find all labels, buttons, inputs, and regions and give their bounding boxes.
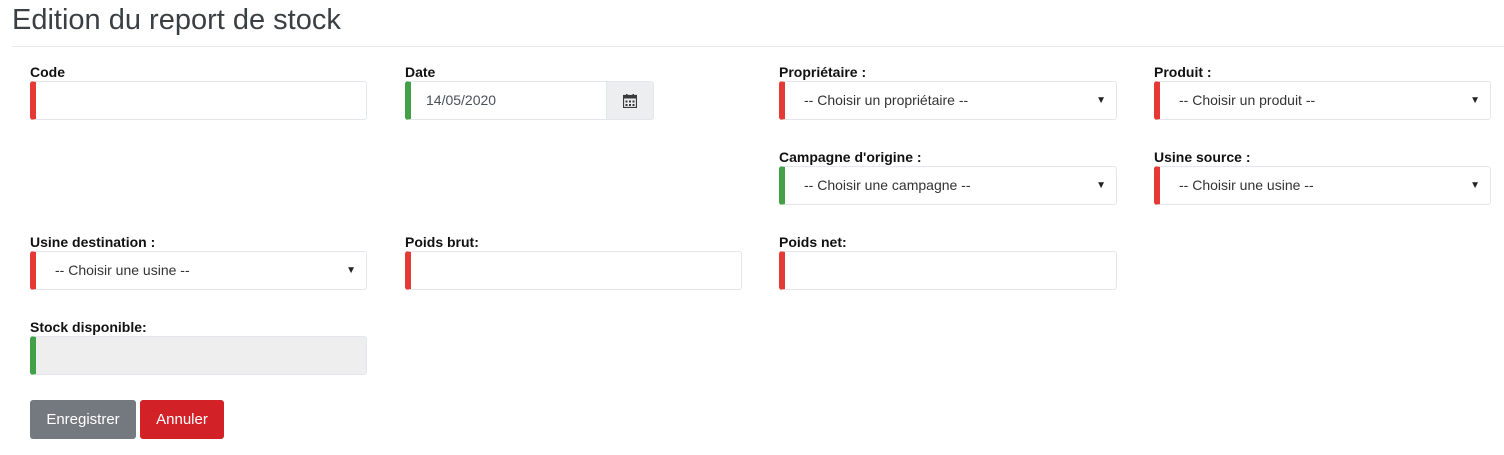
date-value: 14/05/2020 [426, 92, 497, 108]
usine-destination-selected: -- Choisir une usine -- [55, 262, 190, 278]
code-label: Code [30, 64, 65, 80]
campagne-selected: -- Choisir une campagne -- [804, 177, 971, 193]
calendar-icon [623, 94, 637, 108]
chevron-down-icon: ▼ [1096, 180, 1106, 191]
chevron-down-icon: ▼ [346, 265, 356, 276]
title-divider [12, 46, 1504, 47]
save-button[interactable]: Enregistrer [30, 400, 136, 439]
poids-brut-label: Poids brut: [405, 234, 479, 250]
usine-source-select[interactable]: -- Choisir une usine -- ▼ [1154, 166, 1491, 205]
usine-destination-select[interactable]: -- Choisir une usine -- ▼ [30, 251, 367, 290]
usine-source-label: Usine source : [1154, 149, 1251, 165]
page-title: Edition du report de stock [12, 4, 341, 36]
proprietaire-selected: -- Choisir un propriétaire -- [804, 92, 969, 108]
proprietaire-select[interactable]: -- Choisir un propriétaire -- ▼ [779, 81, 1117, 120]
usine-destination-label: Usine destination : [30, 234, 156, 250]
chevron-down-icon: ▼ [1096, 95, 1106, 106]
chevron-down-icon: ▼ [1470, 95, 1480, 106]
usine-source-selected: -- Choisir une usine -- [1179, 177, 1314, 193]
poids-brut-input[interactable] [405, 251, 742, 290]
produit-label: Produit : [1154, 64, 1212, 80]
poids-net-input[interactable] [779, 251, 1117, 290]
date-input[interactable]: 14/05/2020 [405, 81, 654, 120]
produit-selected: -- Choisir un produit -- [1179, 92, 1316, 108]
date-picker-button[interactable] [606, 82, 653, 119]
campagne-select[interactable]: -- Choisir une campagne -- ▼ [779, 166, 1117, 205]
proprietaire-label: Propriétaire : [779, 64, 867, 80]
poids-net-label: Poids net: [779, 234, 847, 250]
code-input[interactable] [30, 81, 367, 120]
campagne-label: Campagne d'origine : [779, 149, 922, 165]
cancel-button[interactable]: Annuler [140, 400, 224, 439]
stock-disponible-input [30, 336, 367, 375]
date-label: Date [405, 64, 436, 80]
chevron-down-icon: ▼ [1470, 180, 1480, 191]
stock-disponible-label: Stock disponible: [30, 319, 147, 335]
produit-select[interactable]: -- Choisir un produit -- ▼ [1154, 81, 1491, 120]
